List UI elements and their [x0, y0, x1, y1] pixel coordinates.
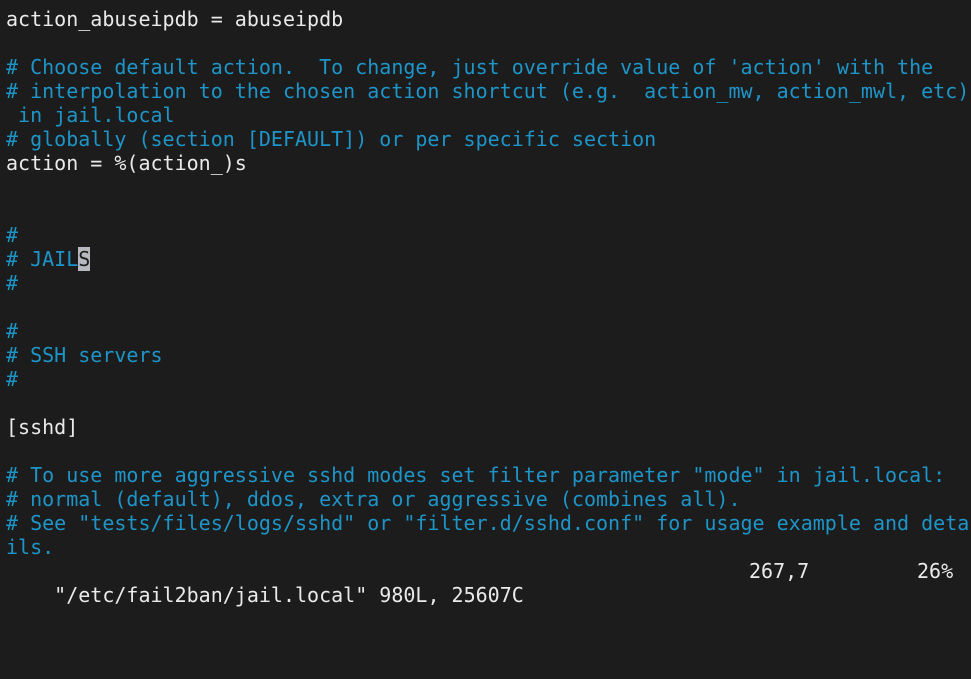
- cursor-position: 267,7: [749, 559, 810, 583]
- buffer-line[interactable]: [6, 199, 971, 223]
- buffer-line[interactable]: #: [6, 223, 971, 247]
- buffer-line[interactable]: action_abuseipdb = abuseipdb: [6, 7, 971, 31]
- comment-text: # To use more aggressive sshd modes set …: [6, 463, 946, 487]
- comment-text: # interpolation to the chosen action sho…: [6, 79, 970, 103]
- comment-text: in jail.local: [6, 103, 175, 127]
- vim-editor[interactable]: action_abuseipdb = abuseipdb # Choose def…: [6, 7, 971, 607]
- config-text: action = %(action_)s: [6, 151, 247, 175]
- status-line: "/etc/fail2ban/jail.local" 980L, 25607C …: [6, 559, 971, 607]
- comment-text: # SSH servers: [6, 343, 163, 367]
- comment-text: # globally (section [DEFAULT]) or per sp…: [6, 127, 657, 151]
- buffer-line[interactable]: #: [6, 367, 971, 391]
- config-text: [sshd]: [6, 415, 79, 439]
- comment-text: # JAIL: [6, 247, 79, 271]
- buffer-line[interactable]: # interpolation to the chosen action sho…: [6, 79, 971, 103]
- buffer-line[interactable]: [6, 31, 971, 55]
- buffer-line[interactable]: ils.: [6, 535, 971, 559]
- scroll-percent: 26%: [917, 559, 954, 583]
- buffer-line[interactable]: # See "tests/files/logs/sshd" or "filter…: [6, 511, 971, 535]
- buffer-line[interactable]: #: [6, 319, 971, 343]
- buffer-line[interactable]: [sshd]: [6, 415, 971, 439]
- buffer-line[interactable]: [6, 295, 971, 319]
- buffer-line[interactable]: # normal (default), ddos, extra or aggre…: [6, 487, 971, 511]
- buffer-line[interactable]: # JAILS: [6, 247, 971, 271]
- buffer-line[interactable]: [6, 175, 971, 199]
- comment-text: #: [6, 223, 19, 247]
- comment-text: #: [6, 319, 19, 343]
- buffer-line[interactable]: [6, 439, 971, 463]
- comment-text: # Choose default action. To change, just…: [6, 55, 934, 79]
- buffer-line[interactable]: # To use more aggressive sshd modes set …: [6, 463, 971, 487]
- buffer-line[interactable]: in jail.local: [6, 103, 971, 127]
- buffer-line[interactable]: #: [6, 271, 971, 295]
- text-buffer[interactable]: action_abuseipdb = abuseipdb # Choose def…: [6, 7, 971, 559]
- config-text: action_abuseipdb = abuseipdb: [6, 7, 344, 31]
- comment-text: #: [6, 271, 19, 295]
- buffer-line[interactable]: # globally (section [DEFAULT]) or per sp…: [6, 127, 971, 151]
- buffer-line[interactable]: action = %(action_)s: [6, 151, 971, 175]
- file-info: "/etc/fail2ban/jail.local" 980L, 25607C: [54, 583, 524, 607]
- text-cursor: S: [78, 247, 91, 271]
- comment-text: ils.: [6, 535, 55, 559]
- buffer-line[interactable]: # SSH servers: [6, 343, 971, 367]
- comment-text: # See "tests/files/logs/sshd" or "filter…: [6, 511, 970, 535]
- buffer-line[interactable]: [6, 391, 971, 415]
- comment-text: #: [6, 367, 19, 391]
- buffer-line[interactable]: # Choose default action. To change, just…: [6, 55, 971, 79]
- comment-text: # normal (default), ddos, extra or aggre…: [6, 487, 741, 511]
